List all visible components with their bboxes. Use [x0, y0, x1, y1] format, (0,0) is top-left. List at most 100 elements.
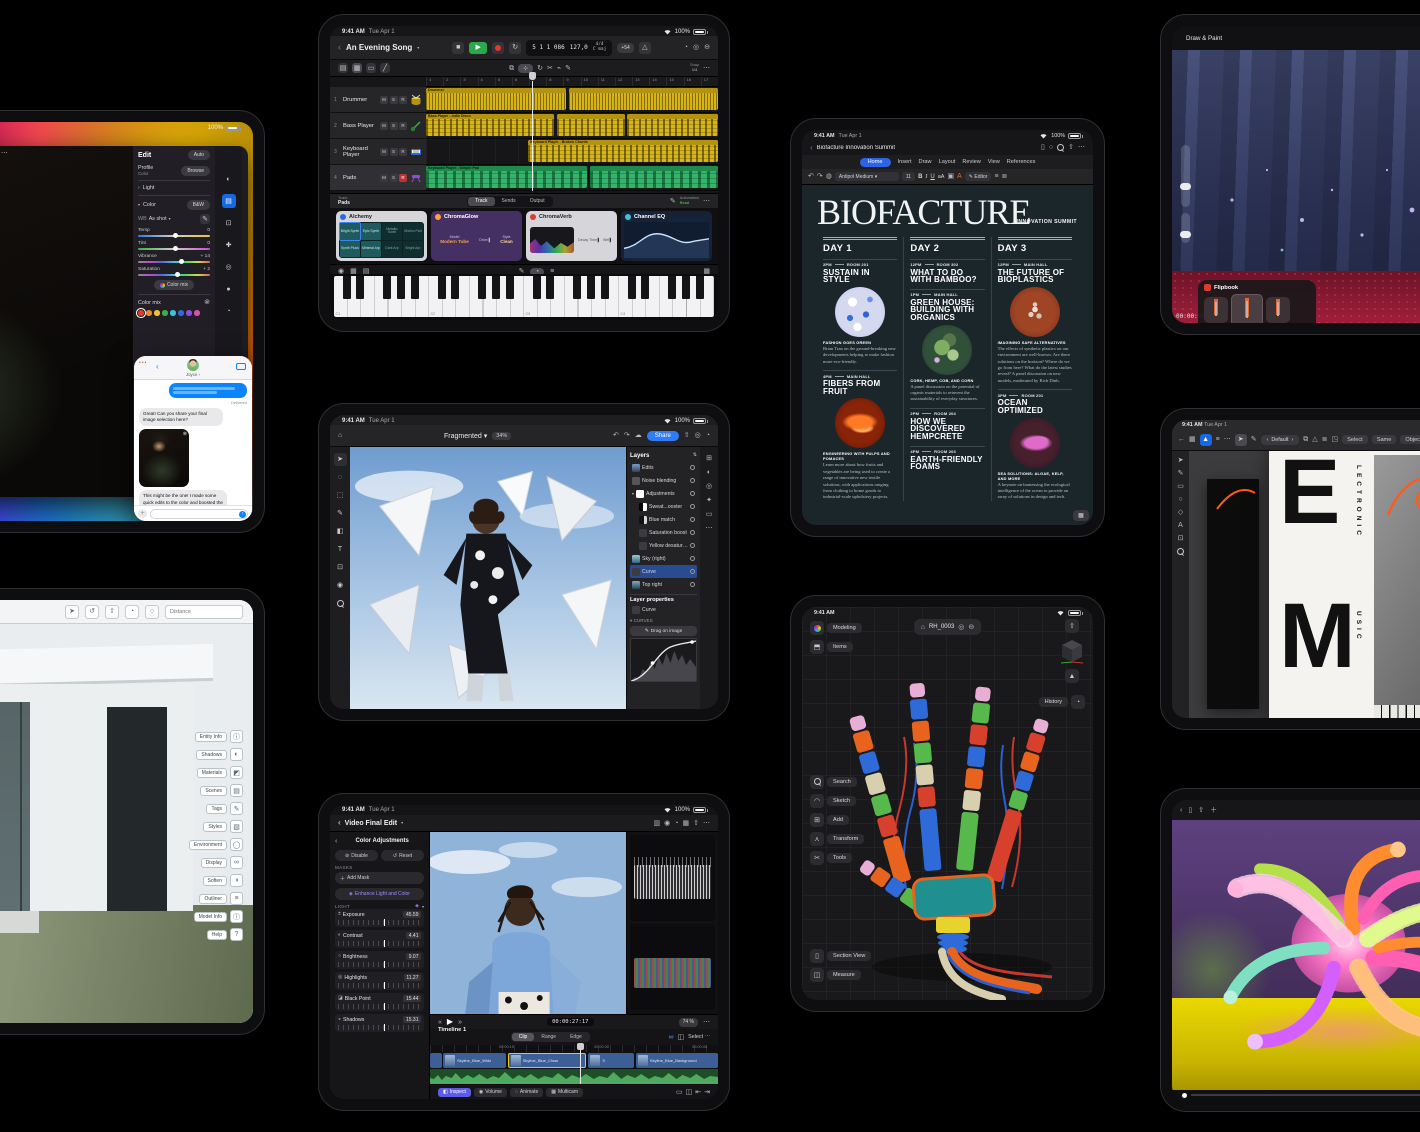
- lock-icon[interactable]: ▯: [1188, 807, 1192, 814]
- reset-button[interactable]: ↺ Reset: [381, 850, 424, 861]
- tab-review[interactable]: Review: [962, 159, 980, 165]
- alchemy-presets[interactable]: Bright Synth Epic Synth Metallic Swell M…: [339, 222, 424, 258]
- model-select[interactable]: ModelModern Tube: [440, 235, 469, 246]
- share-icon[interactable]: ⇧: [693, 820, 699, 827]
- red-dot[interactable]: [138, 310, 144, 316]
- animate-button[interactable]: ◌ Animate: [510, 1088, 543, 1097]
- wet-knob[interactable]: Wet: [603, 238, 611, 243]
- select-tool-icon[interactable]: ➤: [1235, 434, 1247, 446]
- add-layer-icon[interactable]: ⊞: [706, 455, 712, 462]
- search-icon[interactable]: [810, 775, 824, 789]
- case-button[interactable]: aA: [938, 174, 945, 180]
- back-icon[interactable]: ‹: [156, 362, 159, 371]
- decay-knob[interactable]: Decay Time: [578, 238, 599, 243]
- photo-attachment[interactable]: ⊗: [139, 429, 189, 487]
- text-tool-icon[interactable]: A: [1178, 522, 1183, 529]
- frame-thumbnail-current[interactable]: [1231, 294, 1263, 323]
- italic-button[interactable]: I: [925, 174, 927, 180]
- share-button[interactable]: Share: [647, 431, 679, 441]
- pencil-tool-icon[interactable]: ╱: [380, 63, 390, 73]
- lcd-display[interactable]: 5 1 1 086 127,0 4/4C maj: [526, 40, 612, 56]
- align-icon[interactable]: ≣: [1322, 436, 1328, 443]
- drag-on-image-button[interactable]: ✎ Drag on image: [630, 626, 697, 636]
- send-button[interactable]: ↑: [239, 511, 246, 518]
- entity-info-button[interactable]: Entity Infoⓘ: [195, 730, 243, 743]
- facetime-icon[interactable]: [236, 363, 246, 370]
- document-title[interactable]: Biofacture Innovation Summit: [817, 145, 895, 151]
- eyedropper-icon[interactable]: ✎: [200, 214, 210, 224]
- rect-tool-icon[interactable]: ▭: [1177, 483, 1184, 490]
- arm-button[interactable]: R: [399, 148, 407, 156]
- share-icon[interactable]: ⇧: [1068, 144, 1074, 151]
- soften-button[interactable]: Soften◑: [203, 874, 243, 887]
- clock-icon[interactable]: ◔: [1071, 695, 1085, 709]
- contact-name[interactable]: Joyce ›: [186, 372, 200, 377]
- eyedropper-tool-icon[interactable]: ◉: [334, 579, 347, 592]
- view-editor-icon[interactable]: ▭: [366, 63, 376, 73]
- play-button[interactable]: ▶: [469, 42, 487, 54]
- color-mix-dots[interactable]: [138, 310, 210, 316]
- more-icon[interactable]: ⋯: [703, 1019, 710, 1026]
- more-icon[interactable]: ⋯: [1224, 436, 1231, 443]
- ellipse-tool-icon[interactable]: ○: [1178, 496, 1182, 503]
- preset[interactable]: Motion Pad: [403, 223, 423, 240]
- more-icon[interactable]: ⋯: [703, 65, 710, 72]
- color-mix-row[interactable]: Color mix: [138, 300, 161, 306]
- view-tracks-icon[interactable]: ▤: [338, 63, 348, 73]
- search-button[interactable]: Search: [827, 777, 857, 787]
- mode-range[interactable]: Range: [534, 1033, 563, 1041]
- solo-button[interactable]: S: [390, 122, 398, 130]
- ideas-icon[interactable]: ○: [1049, 144, 1053, 151]
- piano-keys[interactable]: C1 C2 C3 C4: [334, 276, 714, 317]
- brush-size-slider[interactable]: [1181, 145, 1190, 207]
- crop-tool-icon[interactable]: ⊡: [334, 561, 347, 574]
- filter-icon[interactable]: ⇅: [693, 453, 697, 458]
- automation-mode[interactable]: AutomationRead: [680, 196, 699, 205]
- type-tool-icon[interactable]: T: [334, 543, 347, 556]
- record-button[interactable]: [492, 42, 504, 54]
- zoom-tool-icon[interactable]: [1177, 548, 1184, 556]
- back-icon[interactable]: ‹: [810, 144, 813, 152]
- select-tool-icon[interactable]: ➤: [65, 605, 79, 619]
- redo-icon[interactable]: ↷: [817, 173, 823, 180]
- bold-button[interactable]: B: [918, 174, 922, 180]
- add-icon[interactable]: ⊞: [810, 813, 824, 827]
- layer-row[interactable]: Saturation boost: [630, 526, 697, 539]
- comment-icon[interactable]: ▭: [706, 511, 713, 518]
- solo-button[interactable]: S: [390, 96, 398, 104]
- section-view-icon[interactable]: ▯: [810, 949, 824, 963]
- count-in[interactable]: +54: [617, 43, 633, 53]
- mode-clip[interactable]: Clip: [512, 1033, 535, 1041]
- frame-thumbnail[interactable]: [1266, 297, 1290, 323]
- clip-selected[interactable]: Skyline_Blue_Close: [508, 1053, 586, 1068]
- layer-row[interactable]: Sweat...ooster: [630, 500, 697, 513]
- back-icon[interactable]: ‹: [335, 838, 337, 845]
- metronome-icon[interactable]: △: [639, 42, 651, 54]
- track-lane[interactable]: Keyboard Player - Broken Chords: [426, 139, 718, 165]
- region-bass-3[interactable]: [627, 114, 718, 136]
- timeline-ruler[interactable]: 1234567891011121314151617: [426, 77, 718, 87]
- lasso-tool-icon[interactable]: ◌: [334, 471, 347, 484]
- add-attachment-button[interactable]: +: [138, 509, 147, 518]
- track-lane[interactable]: Bass Player - Indie Disco: [426, 113, 718, 139]
- document-page[interactable]: BIOFACTURE INNOVATION SUMMIT DAY 1 2PMRO…: [802, 185, 1093, 525]
- crop-icon[interactable]: ⊡: [222, 216, 236, 230]
- slider-vibrance[interactable]: Vibrance+ 14: [138, 254, 210, 263]
- mask-icon[interactable]: ◎: [706, 483, 712, 490]
- zoom-level[interactable]: 34%: [492, 432, 511, 440]
- layer-row[interactable]: Top right: [630, 578, 697, 591]
- render-viewport[interactable]: [1172, 820, 1420, 1090]
- flipbook-widget[interactable]: Flipbook: [1198, 280, 1316, 323]
- plugin-channel-eq[interactable]: Channel EQ: [621, 211, 712, 261]
- tools-icon[interactable]: ✂: [810, 851, 824, 865]
- measure-icon[interactable]: ◫: [810, 968, 824, 982]
- move-tool-icon[interactable]: ➤: [334, 453, 347, 466]
- aqua-dot[interactable]: [170, 310, 176, 316]
- trim-right-icon[interactable]: ⇥: [704, 1089, 710, 1096]
- playhead[interactable]: [532, 81, 533, 191]
- layer-row[interactable]: Sky (right): [630, 552, 697, 565]
- scrubber-track[interactable]: [1191, 1094, 1420, 1096]
- layer-row[interactable]: Noise blending: [630, 474, 697, 487]
- mode-edge[interactable]: Edge: [563, 1033, 589, 1041]
- transform-icon[interactable]: ⋏: [810, 832, 824, 846]
